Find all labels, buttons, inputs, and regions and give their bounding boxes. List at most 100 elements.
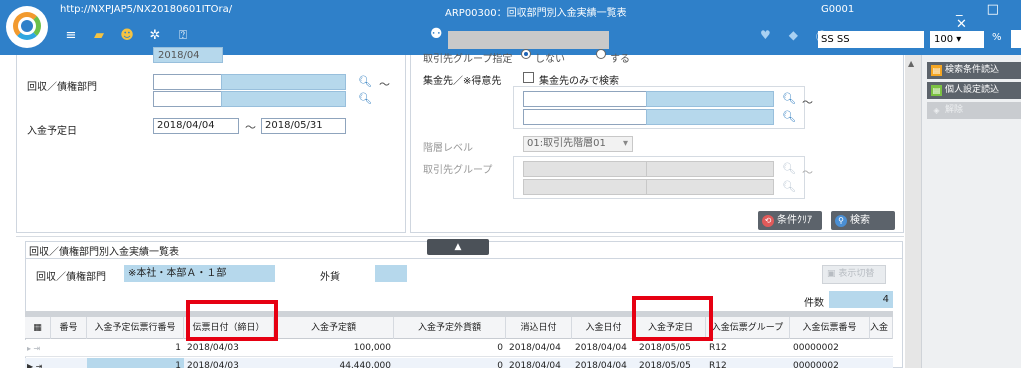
settings-icon[interactable]: ✲	[146, 26, 164, 44]
divider	[16, 236, 904, 237]
search-icon[interactable]: 🔍︎	[782, 162, 796, 175]
range-tilde: ～	[379, 78, 390, 91]
col-header[interactable]: 入金予定額	[274, 317, 394, 339]
radio-on-label: する	[610, 54, 630, 65]
range-tilde: ～	[802, 96, 813, 109]
personal-icon: ▤	[931, 85, 942, 96]
group-label: 取引先グループ	[423, 165, 493, 176]
search-icon[interactable]: 🔍︎	[358, 75, 372, 88]
cell-slip-group: R12	[709, 343, 727, 353]
col-header[interactable]: 番号	[51, 317, 87, 339]
search-pane-right: 取引先グループ指定 しない する 集金先／※得意先 集金先のみで検索 🔍︎ ～ …	[410, 49, 904, 233]
group-code-input-1[interactable]	[523, 161, 647, 177]
col-header[interactable]: 入金日付	[572, 317, 636, 339]
col-header[interactable]: 入金予定伝票行番号	[87, 317, 184, 339]
cell-slip-no: 00000002	[793, 361, 839, 368]
toggle-label: 表示切替	[838, 269, 875, 279]
tag-icon[interactable]: ◆	[789, 28, 798, 45]
folder-icon[interactable]: ▰	[90, 26, 108, 44]
col-header[interactable]: 入金予定外貨額	[394, 317, 506, 339]
user-icon[interactable]: ☻	[118, 26, 136, 44]
collect-label: 集金先／※得意先	[423, 76, 502, 87]
col-header[interactable]: 入金	[870, 317, 893, 339]
radio-off-label: しない	[535, 54, 565, 65]
dept-name-1	[221, 74, 346, 90]
group-spec-radio-on[interactable]	[596, 49, 606, 59]
app-logo	[6, 6, 48, 48]
date-range-tilde: ～	[245, 121, 256, 134]
due-date-to-input[interactable]: 2018/05/31	[261, 118, 346, 134]
cell-clear-date: 2018/04/04	[509, 361, 561, 368]
people-icon[interactable]: ⚉	[430, 26, 443, 42]
search-button[interactable]: ⚲ 検索	[831, 211, 895, 230]
count-value: 4	[829, 291, 893, 308]
hier-select[interactable]: 01:取引先階層01	[523, 136, 633, 152]
cell-due-date: 2018/05/05	[639, 361, 691, 368]
load-personal-settings-button[interactable]: ▤ 個人設定読込	[927, 82, 1021, 99]
search-icon[interactable]: 🔍︎	[782, 110, 796, 123]
search-icon[interactable]: 🔍︎	[782, 92, 796, 105]
release-button[interactable]: ◈ 解除	[927, 102, 1021, 119]
menu-icon[interactable]: ≡	[62, 26, 80, 44]
clear-button-label: 条件ｸﾘｱ	[777, 215, 812, 226]
folder-icon: ▤	[931, 65, 942, 76]
group-code-input-2[interactable]	[523, 179, 647, 195]
load-search-conditions-button[interactable]: ▤ 検索条件読込	[927, 62, 1021, 79]
collect-name-1	[646, 91, 774, 107]
edge-box	[1011, 30, 1021, 48]
search-button-label: 検索	[850, 215, 870, 226]
search-icon[interactable]: 🔍︎	[358, 92, 372, 105]
col-header[interactable]: 入金伝票番号	[790, 317, 870, 339]
dept-code-input-2[interactable]	[153, 91, 222, 107]
zoom-select[interactable]: 100 ▾	[930, 31, 984, 48]
display-toggle-button[interactable]: ▣ 表示切替	[822, 265, 886, 284]
results-divider	[25, 258, 903, 259]
group-spec-radio-off[interactable]	[521, 49, 531, 59]
cell-line-no[interactable]: 1	[87, 358, 184, 368]
load-personal-label: 個人設定読込	[945, 85, 1000, 95]
search-pane-left: 2018/04 回収／債権部門 🔍︎ ～ 🔍︎ 入金予定日 2018/04/04…	[16, 47, 406, 233]
grid-header: ▦ 番号 入金予定伝票行番号 伝票日付（締日） 入金予定額 入金予定外貨額 消込…	[25, 317, 893, 339]
release-icon: ◈	[933, 106, 940, 115]
cell-fx-amount: 0	[497, 343, 503, 353]
user-name-field[interactable]: SS SS	[818, 31, 924, 48]
collect-name-2	[646, 109, 774, 125]
table-row[interactable]: ▸ ⇥ 1 2018/04/03 100,000 0 2018/04/04 20…	[25, 340, 893, 357]
load-search-label: 検索条件読込	[945, 65, 1000, 75]
collect-only-checkbox[interactable]	[523, 72, 534, 83]
col-header[interactable]: 入金伝票グループ	[706, 317, 790, 339]
highlight-box	[186, 300, 278, 341]
collapse-toggle-button[interactable]: ▲	[427, 239, 489, 255]
row-current-icon: ▶ ⇥	[27, 362, 43, 368]
range-tilde: ～	[802, 166, 813, 179]
scroll-up-icon[interactable]: ▲	[908, 59, 914, 68]
cell-due-date: 2018/05/05	[639, 343, 691, 353]
window-controls[interactable]: _ □ ✕	[956, 2, 1021, 32]
dept-code-input-1[interactable]	[153, 74, 222, 90]
due-date-from-input[interactable]: 2018/04/04	[153, 118, 239, 134]
cell-receipt-date: 2018/04/04	[575, 343, 627, 353]
table-row[interactable]: ▶ ⇥ 1 2018/04/03 44,440,000 0 2018/04/04…	[25, 358, 893, 368]
fx-value	[375, 265, 407, 282]
count-label: 件数	[804, 298, 824, 309]
heart-icon[interactable]: ♥	[760, 28, 771, 45]
collect-code-input-2[interactable]	[523, 109, 647, 125]
collect-code-input-1[interactable]	[523, 91, 647, 107]
cell-amount: 44,440,000	[339, 361, 391, 368]
cell-slip-date: 2018/04/03	[187, 361, 239, 368]
grid-corner-icon[interactable]: ▦	[25, 317, 51, 339]
cell-slip-group: R12	[709, 361, 727, 368]
company-box	[448, 31, 609, 49]
help-icon[interactable]: ⍰	[174, 26, 192, 44]
results-title: 回収／債権部門別入金実績一覧表	[29, 247, 179, 258]
user-code: G0001	[821, 4, 855, 15]
release-label: 解除	[945, 105, 964, 115]
col-header[interactable]: 消込日付	[506, 317, 572, 339]
search-icon[interactable]: 🔍︎	[782, 180, 796, 193]
dept-name-2	[221, 91, 346, 107]
search-icon: ⚲	[835, 214, 847, 227]
cell-line-no: 1	[175, 343, 181, 353]
side-panel: ▤ 検索条件読込 ▤ 個人設定読込 ◈ 解除	[921, 55, 1021, 368]
vertical-scrollbar[interactable]: ▲	[905, 55, 921, 368]
clear-conditions-button[interactable]: ⟲ 条件ｸﾘｱ	[758, 211, 822, 230]
